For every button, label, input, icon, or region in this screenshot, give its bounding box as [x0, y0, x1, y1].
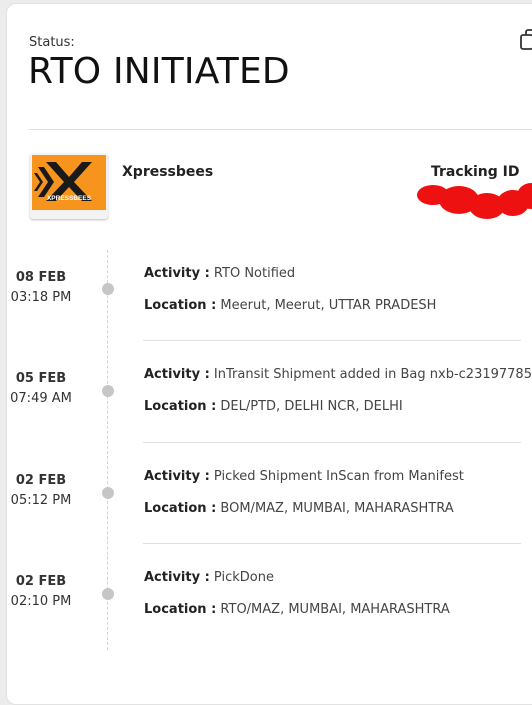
event-activity: Activity : InTransit Shipment added in B…	[144, 367, 532, 382]
event-date: 02 FEB	[15, 473, 67, 488]
event-location: Location : BOM/MAZ, MUMBAI, MAHARASHTRA	[144, 501, 454, 516]
status-value: RTO INITIATED	[28, 51, 290, 92]
status-label: Status:	[29, 35, 75, 50]
activity-label: Activity :	[144, 367, 210, 382]
timeline-dot	[102, 283, 114, 295]
location-label: Location :	[144, 501, 217, 516]
activity-label: Activity :	[144, 570, 210, 585]
tracking-card: Status: RTO INITIATED XPRESSBEES Xpressb…	[6, 3, 532, 705]
event-time: 02:10 PM	[10, 594, 72, 609]
location-value: Meerut, Meerut, UTTAR PRADESH	[220, 298, 437, 313]
event-date: 05 FEB	[15, 371, 67, 386]
timeline-dot	[102, 385, 114, 397]
location-label: Location :	[144, 602, 217, 617]
courier-name: Xpressbees	[122, 164, 214, 180]
event-time: 07:49 AM	[10, 391, 72, 406]
event-location: Location : RTO/MAZ, MUMBAI, MAHARASHTRA	[144, 602, 450, 617]
activity-value: RTO Notified	[213, 266, 296, 281]
activity-value: PickDone	[213, 570, 274, 585]
copy-icon[interactable]	[519, 28, 532, 52]
timeline-dot	[102, 487, 114, 499]
event-activity: Activity : RTO Notified	[144, 266, 295, 281]
event-divider	[143, 543, 521, 544]
event-location: Location : Meerut, Meerut, UTTAR PRADESH	[144, 298, 436, 313]
event-divider	[143, 340, 521, 341]
activity-value: InTransit Shipment added in Bag nxb-c231…	[213, 367, 532, 382]
event-divider	[143, 442, 521, 443]
timeline-dot	[102, 588, 114, 600]
activity-label: Activity :	[144, 266, 210, 281]
header-divider	[29, 129, 532, 130]
location-value: BOM/MAZ, MUMBAI, MAHARASHTRA	[220, 501, 454, 516]
location-label: Location :	[144, 298, 217, 313]
event-time: 03:18 PM	[10, 290, 72, 305]
event-time: 05:12 PM	[10, 493, 72, 508]
activity-label: Activity :	[144, 469, 210, 484]
activity-value: Picked Shipment InScan from Manifest	[213, 469, 464, 484]
courier-logo: XPRESSBEES	[30, 153, 108, 219]
event-location: Location : DEL/PTD, DELHI NCR, DELHI	[144, 399, 403, 414]
event-date: 02 FEB	[15, 574, 67, 589]
event-activity: Activity : Picked Shipment InScan from M…	[144, 469, 464, 484]
location-label: Location :	[144, 399, 217, 414]
redaction-scribble	[417, 183, 532, 219]
location-value: DEL/PTD, DELHI NCR, DELHI	[220, 399, 403, 414]
event-activity: Activity : PickDone	[144, 570, 274, 585]
event-date: 08 FEB	[15, 270, 67, 285]
location-value: RTO/MAZ, MUMBAI, MAHARASHTRA	[220, 602, 450, 617]
logo-text: XPRESSBEES	[47, 195, 92, 202]
